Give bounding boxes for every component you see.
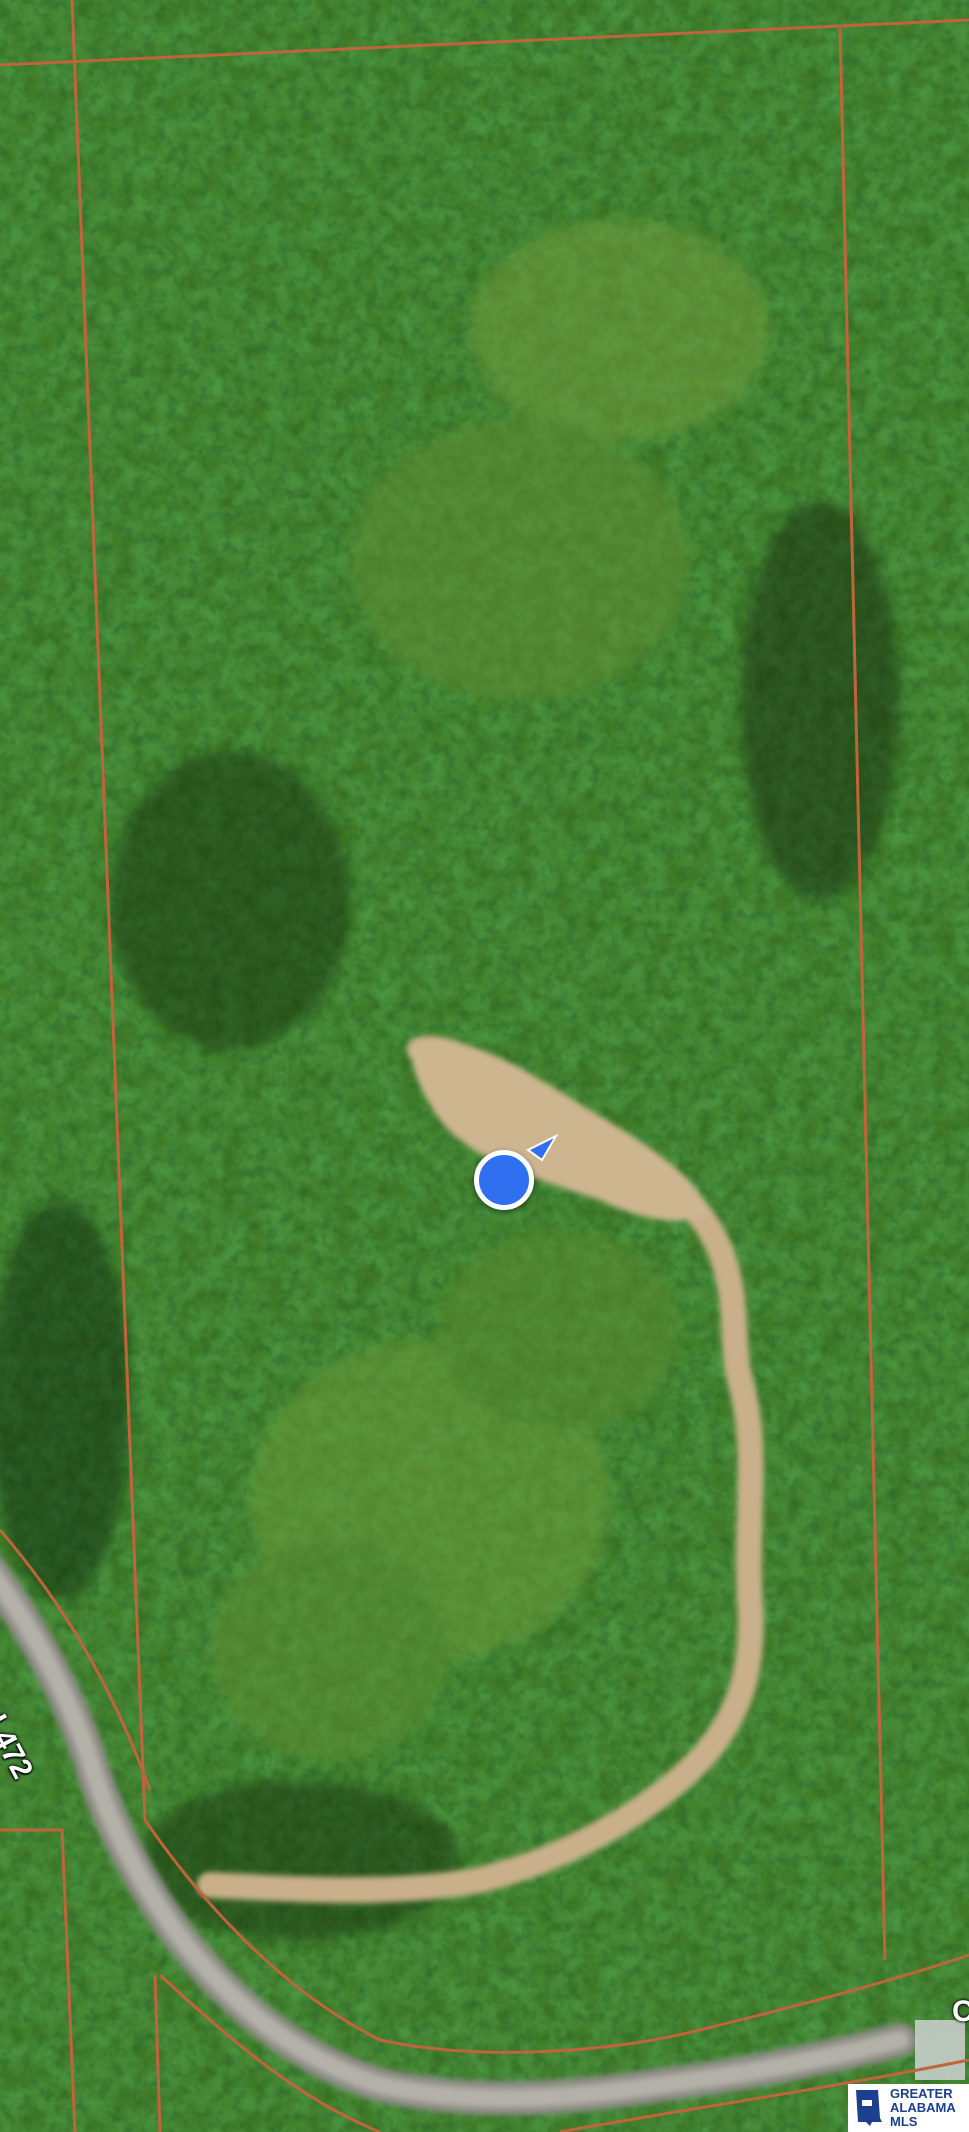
watermark-line1: GREATER [890,2086,953,2101]
satellite-imagery [0,0,969,2132]
current-location-marker[interactable] [474,1150,534,1210]
greater-alabama-mls-watermark: GREATER ALABAMA MLS [848,2084,969,2132]
road-label-partial: C [952,1995,969,2028]
watermark-line2: ALABAMA [890,2100,956,2115]
watermark-line3: MLS [890,2114,918,2129]
alabama-state-icon [856,2090,882,2126]
satellite-map[interactable]: ty Road 472 C GREATER ALABAMA MLS [0,0,969,2132]
